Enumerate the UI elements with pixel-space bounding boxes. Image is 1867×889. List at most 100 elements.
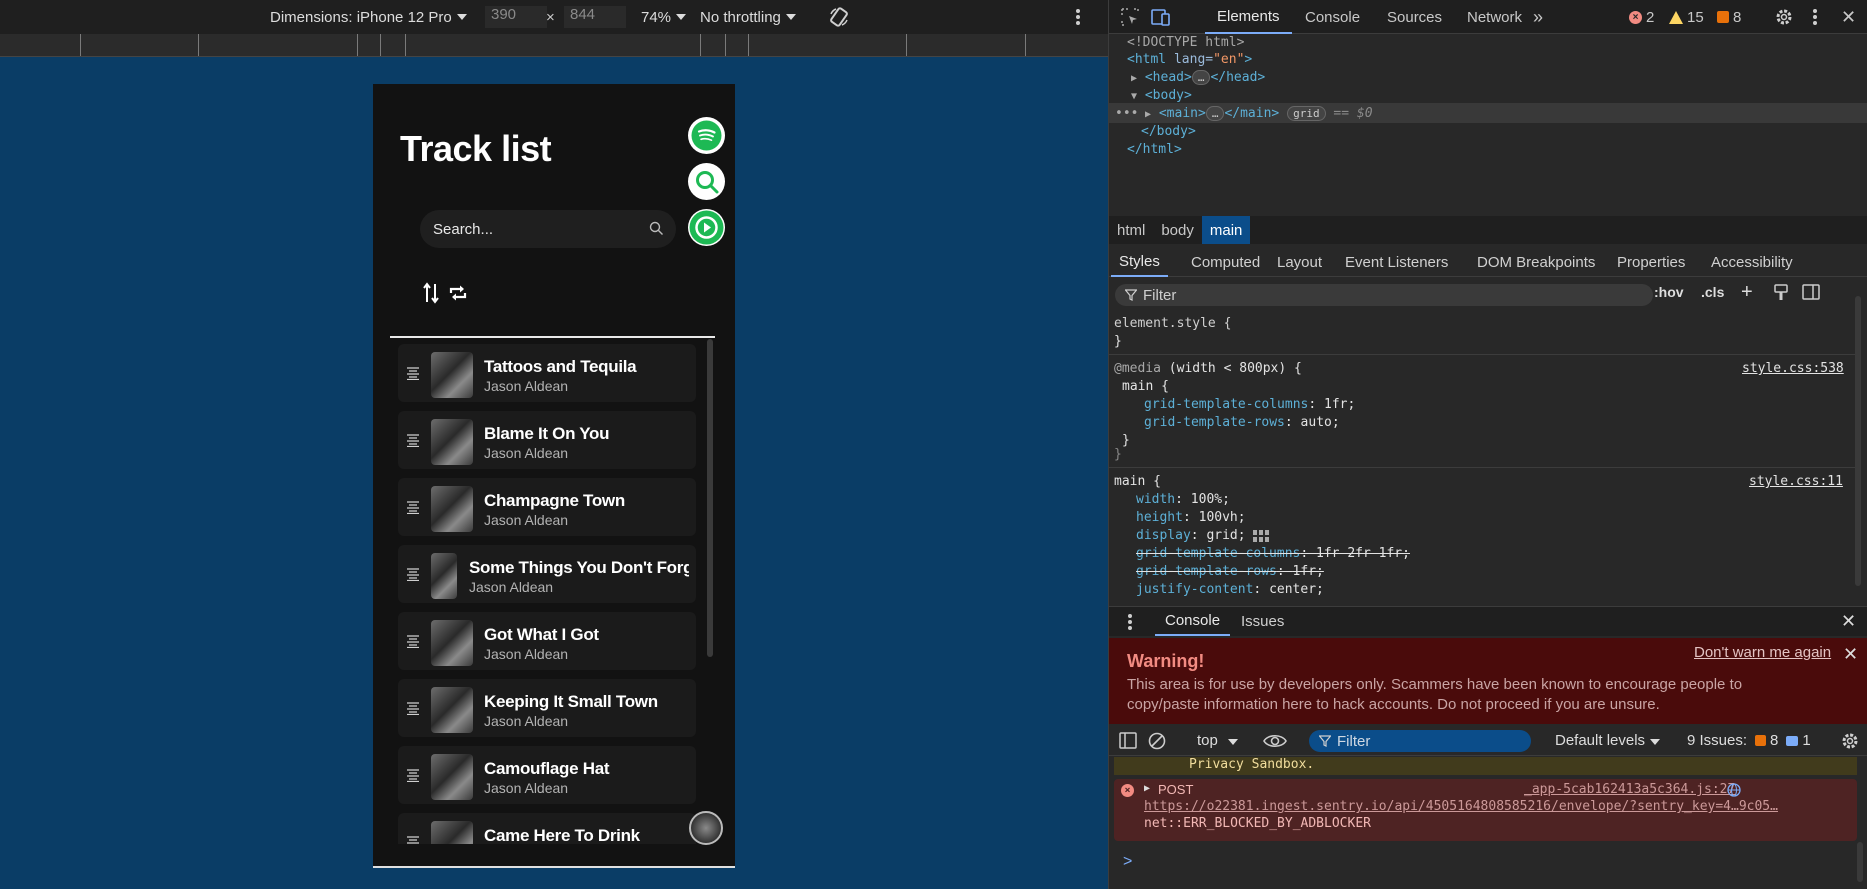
drag-handle-icon[interactable] xyxy=(406,634,420,648)
css-declaration[interactable]: height: 100vh; xyxy=(1136,510,1246,525)
css-selector[interactable]: main { xyxy=(1122,379,1169,394)
device-dimensions-dropdown[interactable]: Dimensions: iPhone 12 Pro xyxy=(270,0,467,34)
tab-event-listeners[interactable]: Event Listeners xyxy=(1337,247,1456,277)
css-declaration[interactable]: display: grid; xyxy=(1136,528,1270,543)
breadcrumb-html[interactable]: html xyxy=(1109,216,1153,244)
source-link[interactable]: style.css:538 xyxy=(1742,361,1844,376)
drawer-tab-console[interactable]: Console xyxy=(1155,607,1231,636)
css-declaration[interactable]: justify-content: center; xyxy=(1136,582,1324,597)
dom-main-node[interactable]: ▶ <main>… </main> grid == $0 xyxy=(1145,106,1373,121)
search-field[interactable] xyxy=(420,210,676,248)
track-item[interactable]: Champagne Town Jason Aldean xyxy=(398,478,696,536)
dom-doctype[interactable]: <!DOCTYPE html> xyxy=(1127,35,1244,50)
live-expression-button[interactable] xyxy=(1263,732,1287,754)
throttling-dropdown[interactable]: No throttling xyxy=(700,0,796,34)
media-query[interactable]: @media (width < 800px) { xyxy=(1114,361,1302,376)
expand-arrow-icon[interactable]: ▶ xyxy=(1145,109,1151,120)
zoom-dropdown[interactable]: 74% xyxy=(641,0,687,34)
log-levels-dropdown[interactable]: Default levels xyxy=(1555,732,1661,749)
css-declaration-overridden[interactable]: grid-template-rows: 1fr; xyxy=(1136,564,1324,579)
console-settings-button[interactable] xyxy=(1840,731,1860,755)
drawer-menu-button[interactable] xyxy=(1127,613,1133,635)
search-input[interactable] xyxy=(433,220,633,238)
search-toggle-button[interactable] xyxy=(688,163,725,200)
sort-button[interactable] xyxy=(423,282,439,309)
paint-button[interactable] xyxy=(1773,284,1789,306)
cls-toggle[interactable]: .cls xyxy=(1701,284,1724,300)
tab-properties[interactable]: Properties xyxy=(1609,247,1693,277)
dom-body-close[interactable]: </body> xyxy=(1141,124,1196,139)
source-link[interactable]: style.css:11 xyxy=(1749,474,1843,489)
breadcrumb-body[interactable]: body xyxy=(1153,216,1202,244)
css-selector[interactable]: main { xyxy=(1114,474,1161,489)
dismiss-warning-button[interactable]: ✕ xyxy=(1843,644,1858,665)
globe-icon[interactable] xyxy=(1727,783,1741,797)
drag-handle-icon[interactable] xyxy=(406,768,420,782)
context-selector[interactable]: top xyxy=(1197,732,1238,749)
settings-button[interactable] xyxy=(1774,0,1794,34)
dom-body-node[interactable]: ▼ <body> xyxy=(1131,88,1192,103)
tab-sources[interactable]: Sources xyxy=(1379,0,1450,34)
track-item[interactable]: Came Here To Drink xyxy=(398,813,696,844)
track-item[interactable]: Tattoos and Tequila Jason Aldean xyxy=(398,344,696,402)
collapsed-content-badge[interactable]: … xyxy=(1205,106,1225,121)
devtools-menu-button[interactable] xyxy=(1812,0,1818,34)
console-scrollbar[interactable] xyxy=(1857,842,1863,882)
collapsed-content-badge[interactable]: … xyxy=(1191,70,1211,85)
drag-handle-icon[interactable] xyxy=(406,567,420,581)
track-item[interactable]: Got What I Got Jason Aldean xyxy=(398,612,696,670)
repeat-button[interactable] xyxy=(448,284,468,307)
css-declaration[interactable]: width: 100%; xyxy=(1136,492,1230,507)
error-count[interactable]: × 2 xyxy=(1629,0,1654,34)
track-item[interactable]: Blame It On You Jason Aldean xyxy=(398,411,696,469)
rotate-icon[interactable] xyxy=(828,0,850,34)
console-error-message[interactable]: × ▶ POST _app-5cab162413a5c364.js:27 htt… xyxy=(1114,779,1857,841)
tab-console[interactable]: Console xyxy=(1297,0,1368,34)
styles-filter[interactable]: Filter xyxy=(1115,284,1653,306)
drag-handle-icon[interactable] xyxy=(406,835,420,844)
spotify-button[interactable] xyxy=(688,117,725,154)
css-declaration-overridden[interactable]: grid-template-columns: 1fr 2fr 1fr; xyxy=(1136,546,1410,561)
tab-network[interactable]: Network xyxy=(1459,0,1530,34)
tab-layout[interactable]: Layout xyxy=(1269,247,1330,277)
css-declaration[interactable]: grid-template-columns: 1fr; xyxy=(1144,397,1355,412)
grid-badge[interactable]: grid xyxy=(1287,106,1326,121)
issue-count[interactable]: 8 xyxy=(1717,0,1741,34)
play-button[interactable] xyxy=(688,209,725,246)
tab-computed[interactable]: Computed xyxy=(1183,247,1268,277)
tab-elements[interactable]: Elements xyxy=(1205,0,1292,34)
console-prompt[interactable]: > xyxy=(1123,853,1132,871)
tab-accessibility[interactable]: Accessibility xyxy=(1703,247,1801,277)
more-tabs-button[interactable]: » xyxy=(1533,0,1543,34)
dom-html-node[interactable]: <html lang="en"> xyxy=(1127,52,1252,67)
track-item[interactable]: Camouflage Hat Jason Aldean xyxy=(398,746,696,804)
drag-handle-icon[interactable] xyxy=(406,366,420,380)
tab-styles[interactable]: Styles xyxy=(1111,247,1168,277)
element-style-rule[interactable]: element.style { xyxy=(1114,316,1231,331)
css-declaration[interactable]: grid-template-rows: auto; xyxy=(1144,415,1340,430)
sidebar-toggle-button[interactable] xyxy=(1119,732,1137,753)
track-item[interactable]: Some Things You Don't Forg Jason Aldean xyxy=(398,545,696,603)
breadcrumb-main[interactable]: main xyxy=(1201,216,1251,244)
collapse-arrow-icon[interactable]: ▼ xyxy=(1131,91,1137,102)
warning-count[interactable]: 15 xyxy=(1669,0,1704,34)
drag-handle-icon[interactable] xyxy=(406,433,420,447)
height-input[interactable]: 844 xyxy=(564,6,626,28)
console-filter-input[interactable]: Filter xyxy=(1309,730,1531,752)
width-input[interactable]: 390 xyxy=(485,6,547,28)
toggle-sidebar-button[interactable] xyxy=(1802,284,1820,304)
hov-toggle[interactable]: :hov xyxy=(1654,284,1684,300)
dont-warn-link[interactable]: Don't warn me again xyxy=(1694,644,1831,661)
issues-counter[interactable]: 9 Issues: 8 1 xyxy=(1687,732,1811,749)
dom-html-close[interactable]: </html> xyxy=(1127,142,1182,157)
styles-scrollbar[interactable] xyxy=(1855,296,1861,586)
clear-console-button[interactable] xyxy=(1148,732,1166,754)
close-devtools-button[interactable]: ✕ xyxy=(1841,0,1856,34)
add-rule-button[interactable]: + xyxy=(1741,281,1753,304)
expand-arrow-icon[interactable]: ▶ xyxy=(1144,783,1150,794)
track-item[interactable]: Keeping It Small Town Jason Aldean xyxy=(398,679,696,737)
track-list-scrollbar[interactable] xyxy=(707,339,713,657)
error-source-link[interactable]: _app-5cab162413a5c364.js:27 xyxy=(1524,782,1735,797)
close-drawer-button[interactable]: ✕ xyxy=(1841,611,1856,632)
drag-handle-icon[interactable] xyxy=(406,500,420,514)
